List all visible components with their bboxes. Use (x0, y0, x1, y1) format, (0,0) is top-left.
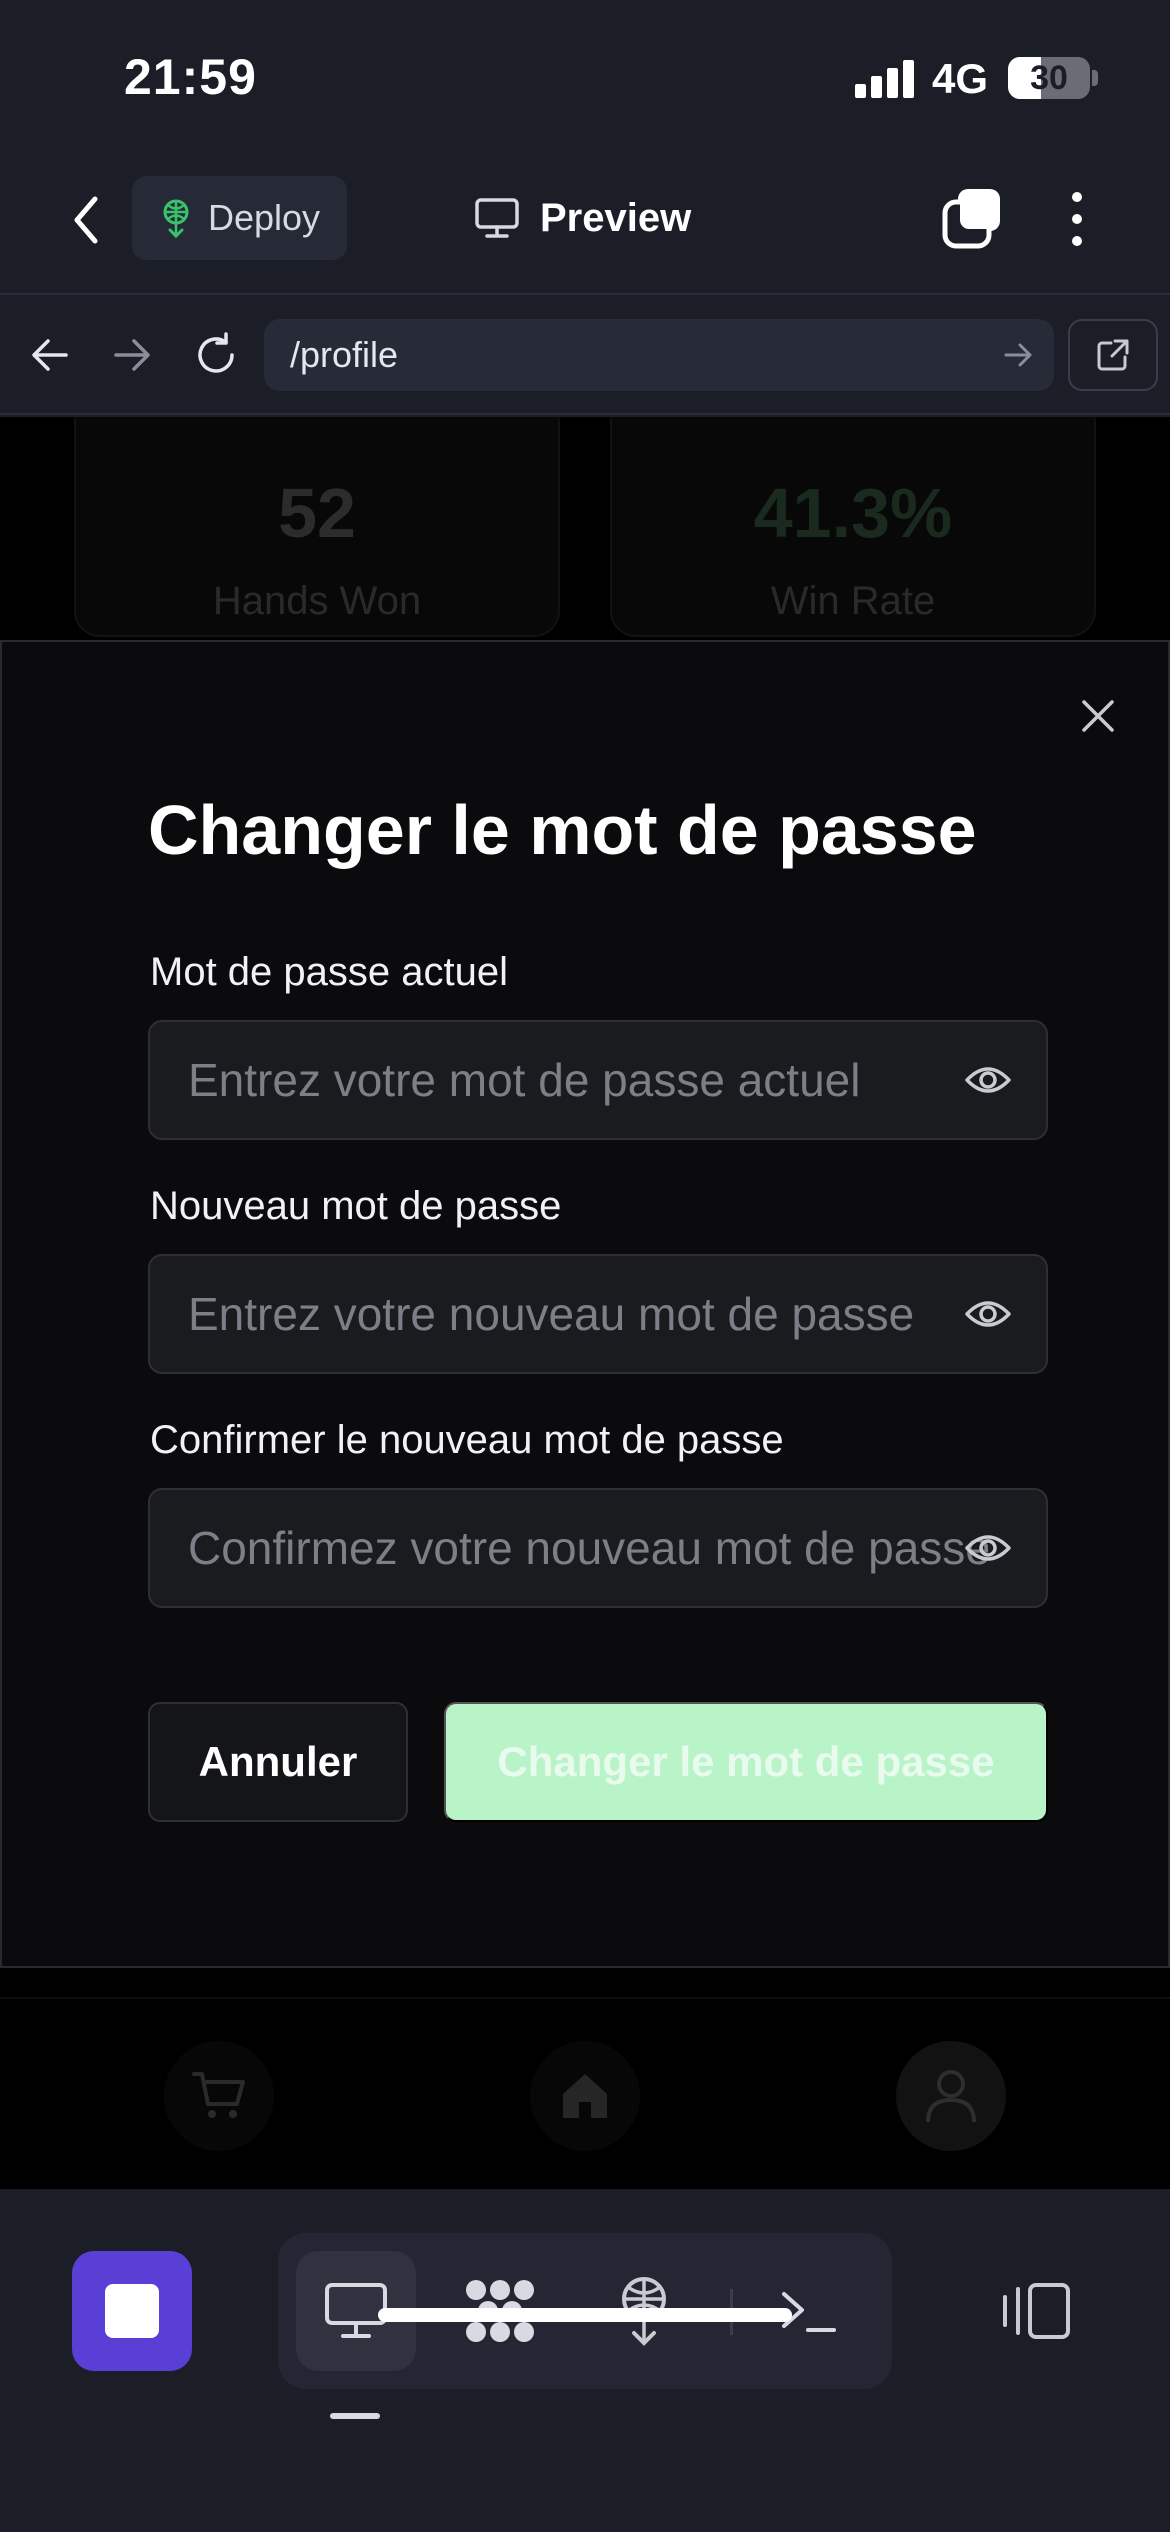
current-password-field[interactable] (148, 1020, 1048, 1140)
browser-forward-button[interactable] (104, 327, 160, 383)
arrow-right-icon (114, 339, 150, 371)
eye-icon[interactable] (964, 1294, 1012, 1334)
deploy-label: Deploy (208, 197, 321, 238)
current-password-label: Mot de passe actuel (150, 950, 508, 994)
change-password-button[interactable]: Changer le mot de passe (444, 1702, 1048, 1822)
monitor-icon (475, 198, 519, 238)
bottom-toolbar (0, 2189, 1170, 2532)
home-indicator (378, 2308, 792, 2322)
shop-nav-item[interactable] (164, 2041, 274, 2151)
profile-nav-item[interactable] (896, 2041, 1006, 2151)
tabs-button[interactable] (940, 186, 1006, 252)
cart-icon (192, 2072, 245, 2118)
layout-toggle-button[interactable] (996, 2251, 1076, 2371)
stop-icon (105, 2284, 159, 2338)
new-password-label: Nouveau mot de passe (150, 1184, 562, 1228)
stat-card-win-rate: 41.3% Win Rate (610, 417, 1096, 637)
new-password-input[interactable] (188, 1256, 988, 1372)
url-text: /profile (290, 334, 399, 375)
status-bar: 21:59 4G 30 (0, 0, 1170, 150)
stat-value: 41.3% (753, 474, 953, 552)
chevron-left-icon (74, 196, 98, 244)
stat-value: 52 (278, 474, 356, 552)
external-link-icon (1097, 339, 1129, 371)
user-icon (926, 2070, 976, 2123)
browser-nav-bar: /profile (0, 297, 1170, 415)
stop-button[interactable] (72, 2251, 192, 2371)
page-bottom-nav (0, 1997, 1170, 2187)
current-password-input[interactable] (188, 1022, 988, 1138)
deploy-button[interactable]: Deploy (132, 176, 347, 260)
stat-card-hands-won: 52 Hands Won (74, 417, 560, 637)
preview-title: Preview (474, 186, 691, 250)
active-tab-indicator (330, 2413, 380, 2419)
cancel-button[interactable]: Annuler (148, 1702, 408, 1822)
arrow-right-icon[interactable] (1000, 337, 1036, 373)
arrow-left-icon (32, 339, 68, 371)
network-type: 4G (932, 55, 989, 102)
tabs-icon (942, 189, 1000, 249)
home-nav-item[interactable] (530, 2041, 640, 2151)
battery-icon: 30 (1008, 57, 1090, 99)
browser-back-button[interactable] (22, 327, 78, 383)
preview-label: Preview (540, 195, 692, 240)
more-options-button[interactable] (1060, 186, 1094, 252)
stat-label: Hands Won (212, 579, 422, 623)
eye-icon[interactable] (964, 1060, 1012, 1100)
confirm-password-field[interactable] (148, 1488, 1048, 1608)
home-icon (563, 2074, 607, 2118)
close-icon[interactable] (1076, 694, 1120, 738)
url-field[interactable]: /profile (264, 319, 1054, 391)
stat-label: Win Rate (770, 579, 936, 623)
reload-button[interactable] (188, 327, 244, 383)
signal-icon (855, 58, 915, 98)
status-time: 21:59 (124, 49, 257, 105)
app-bar: Deploy Preview (0, 150, 1170, 295)
back-button[interactable] (56, 190, 116, 250)
open-external-button[interactable] (1068, 319, 1158, 391)
sidebar-icon (1003, 2283, 1070, 2339)
eye-icon[interactable] (964, 1528, 1012, 1568)
deploy-icon (163, 199, 189, 238)
new-password-field[interactable] (148, 1254, 1048, 1374)
confirm-password-label: Confirmer le nouveau mot de passe (150, 1418, 784, 1462)
change-password-modal: Changer le mot de passe Mot de passe act… (0, 640, 1170, 1968)
modal-title: Changer le mot de passe (148, 791, 977, 869)
reload-icon (198, 332, 234, 373)
battery-level: 30 (1030, 59, 1068, 97)
confirm-password-input[interactable] (188, 1490, 988, 1606)
